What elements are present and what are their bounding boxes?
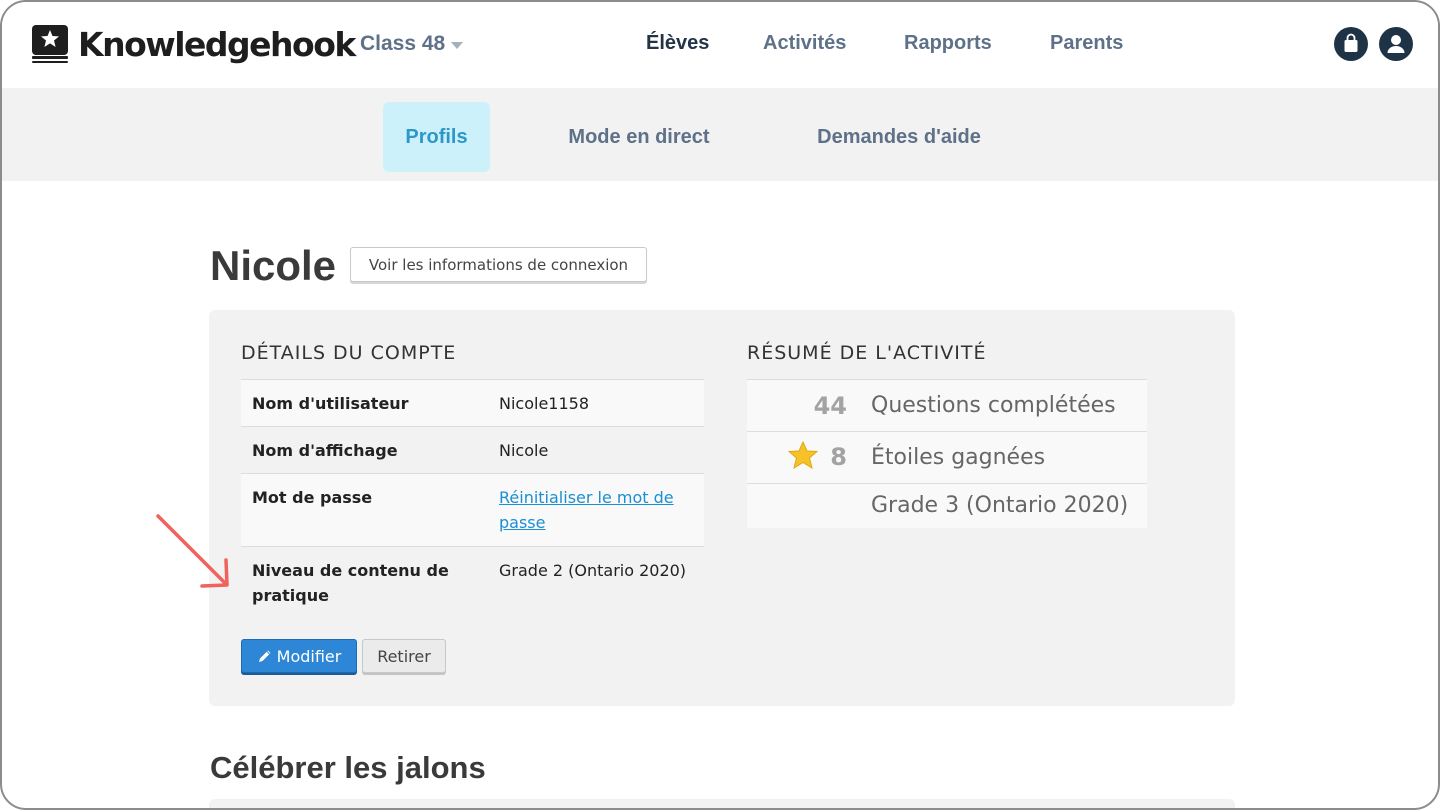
profile-card: DÉTAILS DU COMPTE Nom d'utilisateur Nico… xyxy=(209,310,1235,706)
user-profile-button[interactable] xyxy=(1379,27,1413,61)
logo[interactable]: Knowledgehook xyxy=(30,24,356,64)
tab-demandes-aide[interactable]: Demandes d'aide xyxy=(794,102,1004,172)
user-profile-icon xyxy=(1387,35,1405,53)
class-selector-label: Class 48 xyxy=(360,32,446,55)
star-icon xyxy=(788,440,819,475)
nav-item-eleves[interactable]: Élèves xyxy=(646,32,709,55)
row-key: Mot de passe xyxy=(252,488,373,507)
table-row: Mot de passe Réinitialiser le mot de pas… xyxy=(241,473,704,547)
questions-count: 44 xyxy=(813,391,847,420)
row-key: Nom d'affichage xyxy=(252,441,398,460)
milestones-card xyxy=(209,799,1235,808)
nav-item-parents[interactable]: Parents xyxy=(1050,32,1123,55)
summary-row: Grade 3 (Ontario 2020) xyxy=(747,483,1147,528)
account-details-title: DÉTAILS DU COMPTE xyxy=(241,342,457,364)
milestones-heading: Célébrer les jalons xyxy=(210,750,486,785)
nav-item-activites[interactable]: Activités xyxy=(763,32,846,55)
row-value: Nicole xyxy=(499,441,549,460)
shopping-bag-icon xyxy=(1344,33,1358,52)
remove-button[interactable]: Retirer xyxy=(362,639,446,673)
top-nav-bar: Knowledgehook Class 48 Élèves Activités … xyxy=(2,2,1438,88)
row-key: Niveau de contenu de pratique xyxy=(252,561,449,605)
view-login-info-button[interactable]: Voir les informations de connexion xyxy=(350,247,647,282)
edit-button[interactable]: Modifier xyxy=(241,639,357,673)
table-row: Nom d'utilisateur Nicole1158 xyxy=(241,379,704,427)
reset-password-link[interactable]: Réinitialiser le mot de passe xyxy=(499,488,674,532)
app-name: Knowledgehook xyxy=(78,24,356,64)
account-details-table: Nom d'utilisateur Nicole1158 Nom d'affic… xyxy=(241,379,704,619)
class-selector[interactable]: Class 48 xyxy=(360,32,464,56)
summary-row: 8 Étoiles gagnées xyxy=(747,431,1147,484)
sub-tab-bar: Profils Mode en direct Demandes d'aide xyxy=(2,88,1438,181)
shopping-bag-button[interactable] xyxy=(1334,27,1368,61)
stars-count: 8 xyxy=(830,442,847,471)
nav-item-rapports[interactable]: Rapports xyxy=(904,32,992,55)
questions-label: Questions complétées xyxy=(871,393,1116,418)
activity-summary-table: 44 Questions complétées 8 Étoiles gagnée… xyxy=(747,379,1147,528)
pencil-icon xyxy=(258,650,271,662)
page-title: Nicole xyxy=(210,242,337,289)
row-value: Nicole1158 xyxy=(499,394,590,413)
edit-button-label: Modifier xyxy=(276,646,342,666)
activity-summary-title: RÉSUMÉ DE L'ACTIVITÉ xyxy=(747,342,987,364)
grade-number xyxy=(747,484,857,528)
book-star-icon xyxy=(30,24,70,64)
table-row: Niveau de contenu de pratique Grade 2 (O… xyxy=(241,546,704,620)
grade-label: Grade 3 (Ontario 2020) xyxy=(871,493,1129,519)
tab-profils[interactable]: Profils xyxy=(383,102,490,172)
summary-row: 44 Questions complétées xyxy=(747,379,1147,432)
table-row: Nom d'affichage Nicole xyxy=(241,426,704,474)
tab-mode-en-direct[interactable]: Mode en direct xyxy=(542,102,736,172)
stars-label: Étoiles gagnées xyxy=(871,445,1046,470)
row-value: Grade 2 (Ontario 2020) xyxy=(499,561,687,580)
annotation-arrow-icon xyxy=(156,514,229,588)
row-value: Réinitialiser le mot de passe xyxy=(488,474,704,547)
chevron-down-icon xyxy=(451,41,464,49)
app-window: Knowledgehook Class 48 Élèves Activités … xyxy=(0,0,1440,810)
row-key: Nom d'utilisateur xyxy=(252,394,409,413)
stars-cell: 8 xyxy=(747,432,857,484)
